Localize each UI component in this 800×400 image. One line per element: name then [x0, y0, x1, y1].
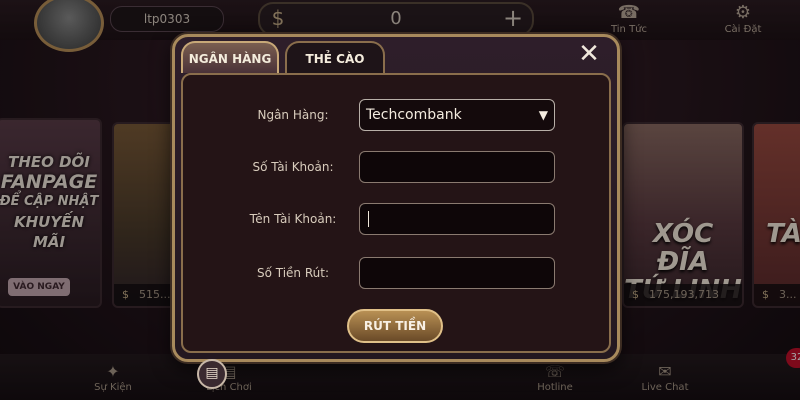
withdraw-dialog: NGÂN HÀNG THẺ CÀO ✕ Ngân Hàng: Techcomba… [172, 34, 620, 389]
account-name-input[interactable] [359, 203, 555, 235]
bank-select-value: Techcombank [366, 107, 462, 123]
amount-row: Số Tiền Rút: [183, 257, 609, 291]
amount-input[interactable] [359, 257, 555, 289]
close-icon[interactable]: ✕ [569, 39, 609, 69]
account-number-row: Số Tài Khoản: [183, 151, 609, 185]
caret-down-icon: ▼ [538, 108, 548, 122]
account-name-row: Tên Tài Khoản: [183, 203, 609, 237]
tab-bank[interactable]: NGÂN HÀNG [181, 41, 279, 73]
account-name-label: Tên Tài Khoản: [249, 212, 337, 226]
account-number-label: Số Tài Khoản: [252, 160, 334, 174]
bank-row: Ngân Hàng: Techcombank ▼ [183, 99, 609, 133]
withdraw-button[interactable]: RÚT TIỀN [347, 309, 443, 343]
bank-select[interactable]: Techcombank ▼ [359, 99, 555, 131]
amount-label: Số Tiền Rút: [256, 266, 330, 280]
bank-label: Ngân Hàng: [257, 108, 329, 122]
transaction-history-icon[interactable]: ▤ [197, 359, 227, 389]
tab-scratch-card[interactable]: THẺ CÀO [285, 41, 385, 73]
account-number-input[interactable] [359, 151, 555, 183]
